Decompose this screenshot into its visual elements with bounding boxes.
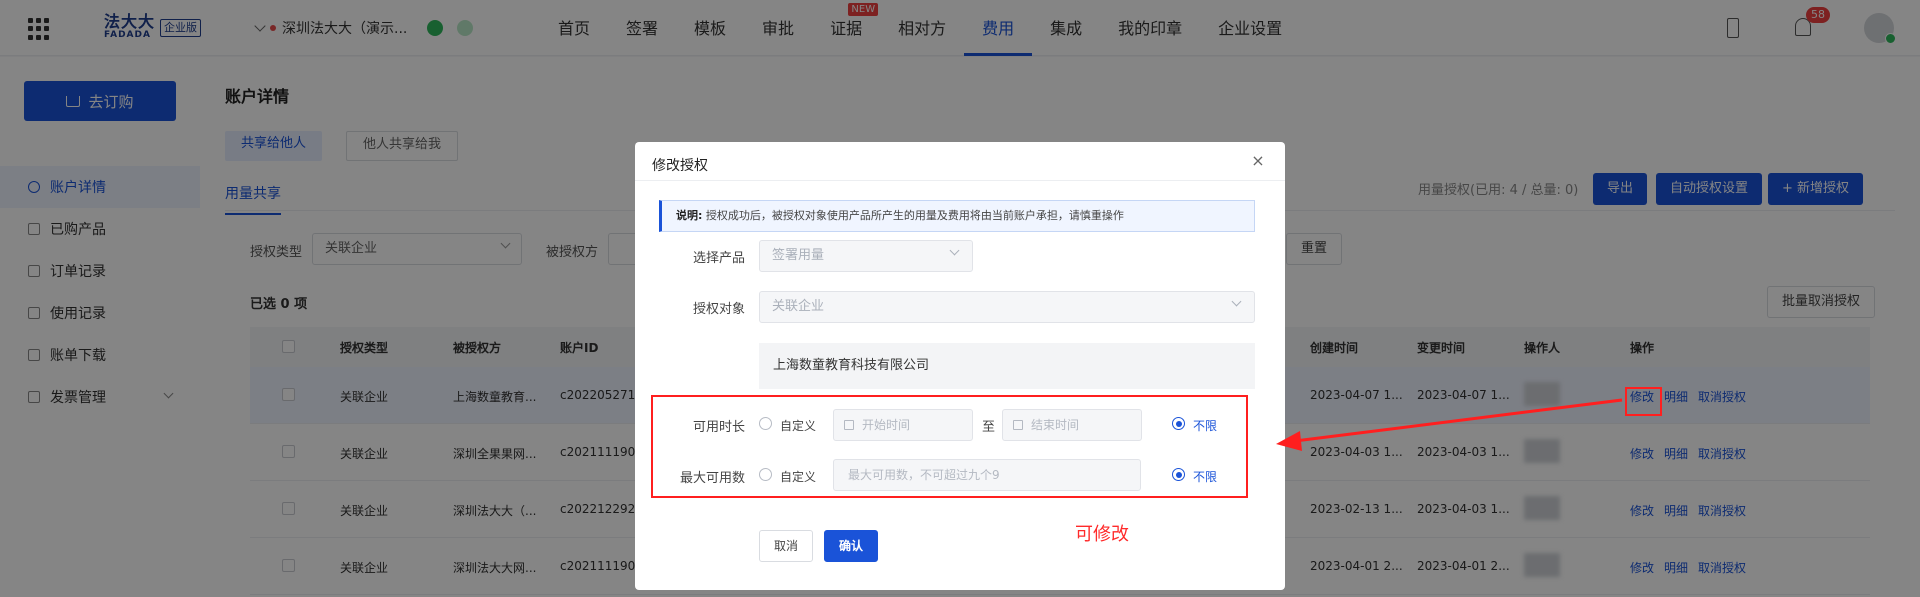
target-label: 授权对象 [692, 302, 745, 317]
chevron-down-icon [949, 245, 960, 256]
edit-authorization-modal: 修改授权 × 说明: 授权成功后，被授权对象使用产品所产生的用量及费用将由当前账… [635, 142, 1285, 590]
product-label: 选择产品 [692, 251, 745, 266]
notice-label: 说明: [676, 209, 703, 222]
notice-text: 授权成功后，被授权对象使用产品所产生的用量及费用将由当前账户承担，请慎重操作 [705, 209, 1124, 222]
modal-divider [635, 180, 1285, 181]
product-select[interactable]: 签署用量 [759, 240, 973, 272]
confirm-button[interactable]: 确认 [824, 530, 879, 562]
annotation-highlight-box [651, 395, 1248, 498]
annotation-label: 可修改 [1075, 524, 1129, 545]
target-value: 关联企业 [772, 299, 825, 314]
target-company: 上海数童教育科技有限公司 [759, 343, 1255, 389]
cancel-button[interactable]: 取消 [759, 530, 814, 562]
close-icon[interactable]: × [1251, 153, 1265, 169]
modal-title: 修改授权 [652, 158, 708, 174]
notice-banner: 说明: 授权成功后，被授权对象使用产品所产生的用量及费用将由当前账户承担，请慎重… [659, 200, 1255, 232]
target-select[interactable]: 关联企业 [759, 291, 1255, 323]
chevron-down-icon [1231, 296, 1242, 307]
annotation-edit-highlight [1625, 387, 1662, 416]
product-value: 签署用量 [772, 248, 825, 263]
